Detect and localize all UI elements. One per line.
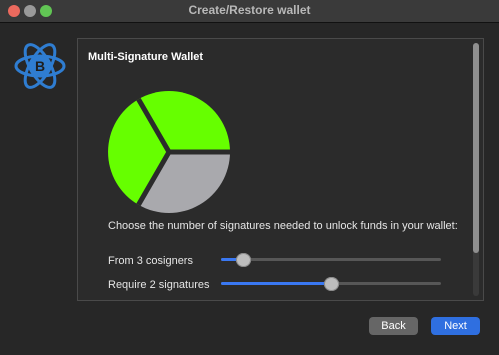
signatures-label: Require 2 signatures [108,279,210,291]
slider-knob[interactable] [236,253,251,267]
slider-track [221,258,441,261]
panel-title: Multi-Signature Wallet [88,51,204,63]
cosigners-label: From 3 cosigners [108,255,193,267]
panel-scrollbar[interactable] [473,43,479,296]
slider-fill [221,282,331,285]
electrum-bitcoin-logo-icon: B [14,43,66,89]
back-button[interactable]: Back [369,317,418,335]
next-button[interactable]: Next [431,317,480,335]
create-restore-wallet-window: Create/Restore wallet B Multi-Signature … [0,0,499,355]
cosigners-slider[interactable] [221,253,441,267]
slider-knob[interactable] [324,277,339,291]
title-bar: Create/Restore wallet [0,0,499,23]
signature-prompt: Choose the number of signatures needed t… [108,220,458,232]
scrollbar-thumb[interactable] [473,43,479,253]
signature-pie-chart [108,91,230,213]
window-title: Create/Restore wallet [188,3,311,17]
multisig-panel: Multi-Signature Wallet Choose the number… [77,38,484,301]
svg-text:B: B [35,58,45,74]
signatures-slider[interactable] [221,277,441,291]
